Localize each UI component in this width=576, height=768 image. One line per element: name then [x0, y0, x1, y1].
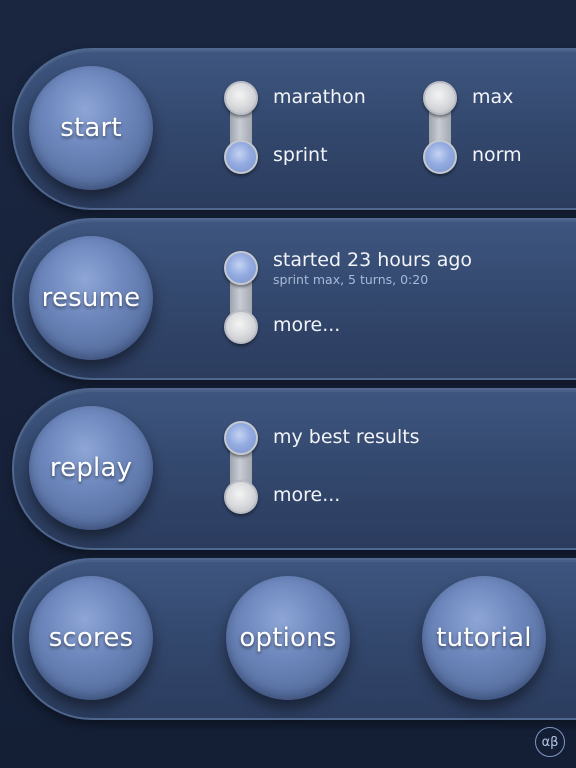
marathon-option-knob[interactable] — [224, 81, 258, 115]
replay-more-label[interactable]: more... — [273, 484, 340, 506]
norm-option-knob[interactable] — [423, 140, 457, 174]
max-option-label[interactable]: max — [472, 86, 513, 108]
replay-button[interactable]: replay — [29, 406, 153, 530]
replay-more-knob[interactable] — [224, 480, 258, 514]
resume-recent-label[interactable]: started 23 hours ago — [273, 249, 472, 271]
sprint-option-label[interactable]: sprint — [273, 144, 328, 166]
start-button[interactable]: start — [29, 66, 153, 190]
sprint-option-knob[interactable] — [224, 140, 258, 174]
norm-option-label[interactable]: norm — [472, 144, 522, 166]
resume-more-label[interactable]: more... — [273, 314, 340, 336]
options-button[interactable]: options — [226, 576, 350, 700]
language-button[interactable]: αβ — [535, 727, 565, 757]
scores-button[interactable]: scores — [29, 576, 153, 700]
max-option-knob[interactable] — [423, 81, 457, 115]
resume-more-knob[interactable] — [224, 310, 258, 344]
main-menu-screen: start marathon sprint max norm resume st… — [0, 0, 576, 768]
resume-button[interactable]: resume — [29, 236, 153, 360]
resume-recent-knob[interactable] — [224, 251, 258, 285]
tutorial-button[interactable]: tutorial — [422, 576, 546, 700]
resume-recent-details: sprint max, 5 turns, 0:20 — [273, 272, 429, 287]
replay-best-knob[interactable] — [224, 421, 258, 455]
marathon-option-label[interactable]: marathon — [273, 86, 366, 108]
replay-best-label[interactable]: my best results — [273, 426, 420, 448]
